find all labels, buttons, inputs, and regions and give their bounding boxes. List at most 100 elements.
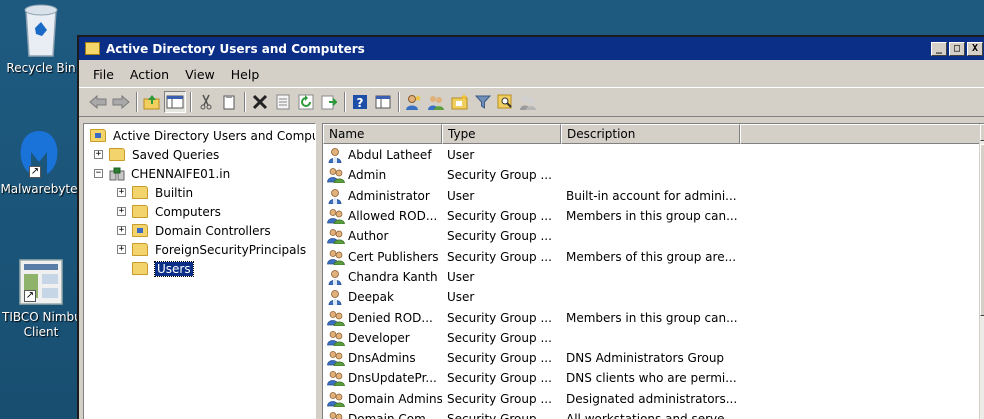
new-ou-icon: [451, 94, 468, 110]
list-row[interactable]: Author Security Group ...: [323, 226, 979, 246]
menu-help[interactable]: Help: [225, 65, 266, 84]
list-row[interactable]: Denied ROD... Security Group ... Members i…: [323, 307, 979, 327]
expand-icon[interactable]: +: [94, 150, 103, 159]
tree-item-foreign-security-principals[interactable]: + ForeignSecurityPrincipals: [84, 240, 315, 259]
console-button[interactable]: [372, 91, 394, 113]
cell-name: Denied ROD...: [323, 310, 442, 326]
row-name: Allowed ROD...: [348, 209, 438, 224]
forward-icon: [112, 95, 130, 109]
row-name: Cert Publishers: [348, 249, 439, 264]
collapse-icon[interactable]: −: [94, 169, 103, 178]
list-row[interactable]: Allowed ROD... Security Group ... Members …: [323, 206, 979, 226]
domain-icon: [109, 167, 125, 180]
list-row[interactable]: Cert Publishers Security Group ... Members…: [323, 246, 979, 266]
list-row[interactable]: Domain Admins Security Group ... Designate…: [323, 389, 979, 409]
add-to-group-button[interactable]: [518, 91, 540, 113]
row-type: Security Group ...: [447, 229, 552, 244]
list-row[interactable]: DnsAdmins Security Group ... DNS Administr…: [323, 348, 979, 368]
user-icon: [328, 290, 342, 306]
forward-button[interactable]: [110, 91, 132, 113]
toolbar-separator: [244, 92, 246, 112]
help-button[interactable]: ?: [349, 91, 371, 113]
up-one-level-button[interactable]: [141, 91, 163, 113]
toolbar-separator: [190, 92, 192, 112]
minimize-button[interactable]: _: [931, 41, 947, 56]
row-type: User: [447, 148, 475, 163]
scroll-thumb[interactable]: [980, 144, 984, 316]
toolbar-separator: [398, 92, 400, 112]
tibco-label-line1: TIBCO Nimbu: [2, 310, 82, 324]
tree-item-computers[interactable]: + Computers: [84, 202, 315, 221]
find-button[interactable]: [495, 91, 517, 113]
list-row[interactable]: Developer Security Group ...: [323, 328, 979, 348]
tree-item-label: Computers: [155, 204, 221, 219]
cell-name: Abdul Latheef: [323, 147, 442, 164]
copy-icon: [223, 95, 235, 110]
tree-item-label: Builtin: [155, 185, 194, 200]
maximize-button[interactable]: □: [949, 41, 965, 56]
row-description: Members of this group are...: [566, 249, 737, 264]
list-row[interactable]: DnsUpdatePr... Security Group ... DNS clie…: [323, 368, 979, 388]
row-type: User: [447, 290, 475, 305]
tree-item-saved-queries[interactable]: + Saved Queries: [84, 145, 315, 164]
properties-icon: [276, 94, 290, 110]
new-group-button[interactable]: [426, 91, 448, 113]
delete-button[interactable]: [249, 91, 271, 113]
desktop-icon-recycle-bin[interactable]: Recycle Bin: [2, 2, 80, 76]
group-icon: [327, 371, 345, 387]
list-row[interactable]: Chandra Kanth User: [323, 267, 979, 287]
group-icon: [327, 391, 345, 407]
vertical-scrollbar[interactable]: ▲: [979, 124, 984, 419]
tree-item-builtin[interactable]: + Builtin: [84, 183, 315, 202]
back-button[interactable]: [87, 91, 109, 113]
add-to-group-icon: [520, 96, 536, 110]
tree-item-label: CHENNAIFE01.in: [131, 166, 231, 181]
close-button[interactable]: X: [967, 41, 983, 56]
new-user-button[interactable]: [403, 91, 425, 113]
list-row[interactable]: Deepak User: [323, 287, 979, 307]
copy-button[interactable]: [218, 91, 240, 113]
properties-button[interactable]: [272, 91, 294, 113]
list-row[interactable]: Abdul Latheef User: [323, 145, 979, 165]
scroll-up-button[interactable]: ▲: [980, 124, 984, 141]
list-row[interactable]: Domain Com... Security Group ... All works…: [323, 409, 979, 419]
row-name: Domain Com...: [348, 412, 438, 419]
menu-action[interactable]: Action: [124, 65, 175, 84]
cut-button[interactable]: [195, 91, 217, 113]
expand-icon[interactable]: +: [117, 207, 126, 216]
cell-name: Domain Com...: [323, 411, 442, 419]
show-console-tree-button[interactable]: [164, 91, 186, 113]
column-header-type[interactable]: Type: [442, 124, 561, 144]
new-ou-button[interactable]: [449, 91, 471, 113]
toolbar-separator: [344, 92, 346, 112]
menu-view[interactable]: View: [179, 65, 221, 84]
expand-icon[interactable]: +: [117, 226, 126, 235]
tree-root[interactable]: Active Directory Users and Comput: [84, 126, 315, 145]
desktop-icon-malwarebytes[interactable]: ↗ Malwarebyte: [0, 128, 78, 197]
list-row[interactable]: Administrator User Built-in account for ad…: [323, 186, 979, 206]
filter-button[interactable]: [472, 91, 494, 113]
expand-icon[interactable]: +: [117, 188, 126, 197]
column-header-description[interactable]: Description: [561, 124, 740, 144]
column-header-name[interactable]: Name: [323, 124, 442, 144]
tree-item-domain[interactable]: − CHENNAIFE01.in: [84, 164, 315, 183]
menu-file[interactable]: File: [87, 65, 120, 84]
row-name: Abdul Latheef: [348, 148, 432, 163]
row-name: Domain Admins: [348, 391, 442, 406]
tree-item-domain-controllers[interactable]: + Domain Controllers: [84, 221, 315, 240]
tree-item-users[interactable]: Users: [84, 259, 315, 278]
group-icon: [327, 209, 345, 225]
export-list-button[interactable]: [318, 91, 340, 113]
desktop-icon-tibco[interactable]: ↗ TIBCO Nimbu Client: [2, 258, 82, 340]
new-user-icon: [406, 95, 421, 110]
title-bar[interactable]: Active Directory Users and Computers _ □…: [79, 37, 984, 61]
cut-icon: [200, 94, 212, 110]
tree-root-label: Active Directory Users and Comput: [113, 128, 316, 143]
refresh-button[interactable]: [295, 91, 317, 113]
folder-icon: [109, 148, 125, 161]
row-description: DNS Administrators Group: [566, 351, 725, 366]
list-row[interactable]: Admin Security Group ...: [323, 165, 979, 185]
aduc-app-icon: [85, 42, 100, 55]
row-description: All workstations and serve...: [566, 412, 736, 419]
expand-icon[interactable]: +: [117, 245, 126, 254]
